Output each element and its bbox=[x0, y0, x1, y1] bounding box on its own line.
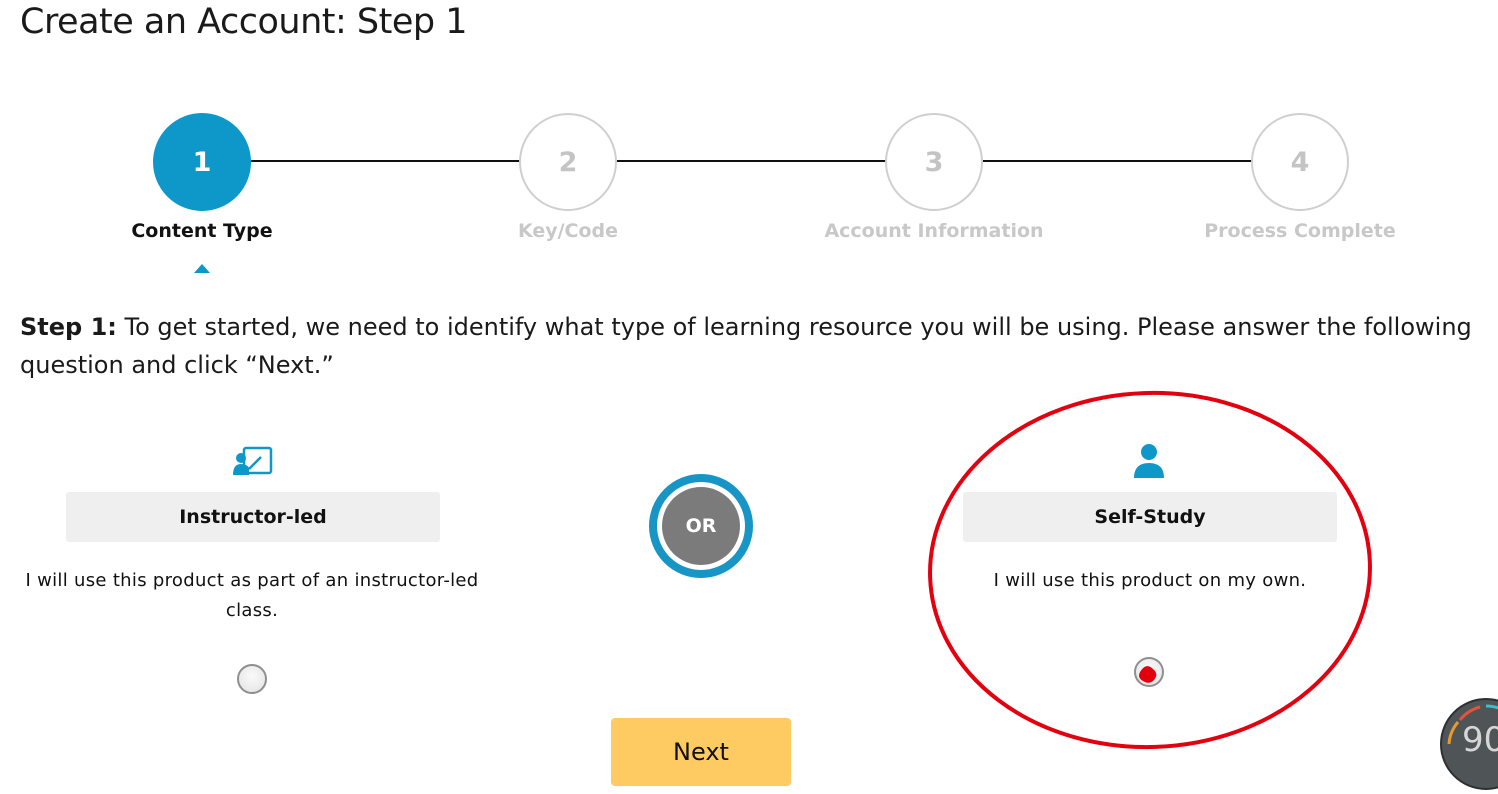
step-connector bbox=[251, 160, 521, 162]
or-separator: OR bbox=[649, 474, 753, 578]
step-3-label: Account Information bbox=[824, 220, 1044, 242]
step-1-label: Content Type bbox=[131, 220, 273, 242]
step-4-circle: 4 bbox=[1251, 113, 1349, 211]
step-connector bbox=[983, 160, 1253, 162]
instructions-lead: Step 1: bbox=[20, 313, 117, 341]
step-2-circle: 2 bbox=[519, 113, 617, 211]
instructor-led-title[interactable]: Instructor-led bbox=[66, 492, 440, 542]
instructor-led-radio[interactable] bbox=[237, 664, 267, 694]
step-1-circle: 1 bbox=[153, 113, 251, 211]
page-title: Create an Account: Step 1 bbox=[20, 2, 468, 42]
score-value: 90 bbox=[1462, 720, 1498, 760]
instructions-text: Step 1: To get started, we need to ident… bbox=[20, 308, 1480, 384]
person-icon bbox=[1134, 444, 1164, 478]
self-study-radio[interactable] bbox=[1134, 657, 1164, 687]
instructions-body: To get started, we need to identify what… bbox=[20, 313, 1472, 379]
self-study-title[interactable]: Self-Study bbox=[963, 492, 1337, 542]
self-study-description: I will use this product on my own. bbox=[993, 570, 1307, 591]
step-2-label: Key/Code bbox=[517, 220, 619, 242]
next-button[interactable]: Next bbox=[611, 718, 791, 786]
score-badge[interactable]: 90 bbox=[1440, 698, 1498, 790]
or-label: OR bbox=[662, 487, 740, 565]
instructor-led-description: I will use this product as part of an in… bbox=[25, 570, 479, 621]
active-step-caret-icon bbox=[194, 264, 210, 273]
step-4-label: Process Complete bbox=[1204, 220, 1396, 242]
instructor-board-icon bbox=[233, 446, 273, 475]
step-3-circle: 3 bbox=[885, 113, 983, 211]
step-connector bbox=[617, 160, 887, 162]
